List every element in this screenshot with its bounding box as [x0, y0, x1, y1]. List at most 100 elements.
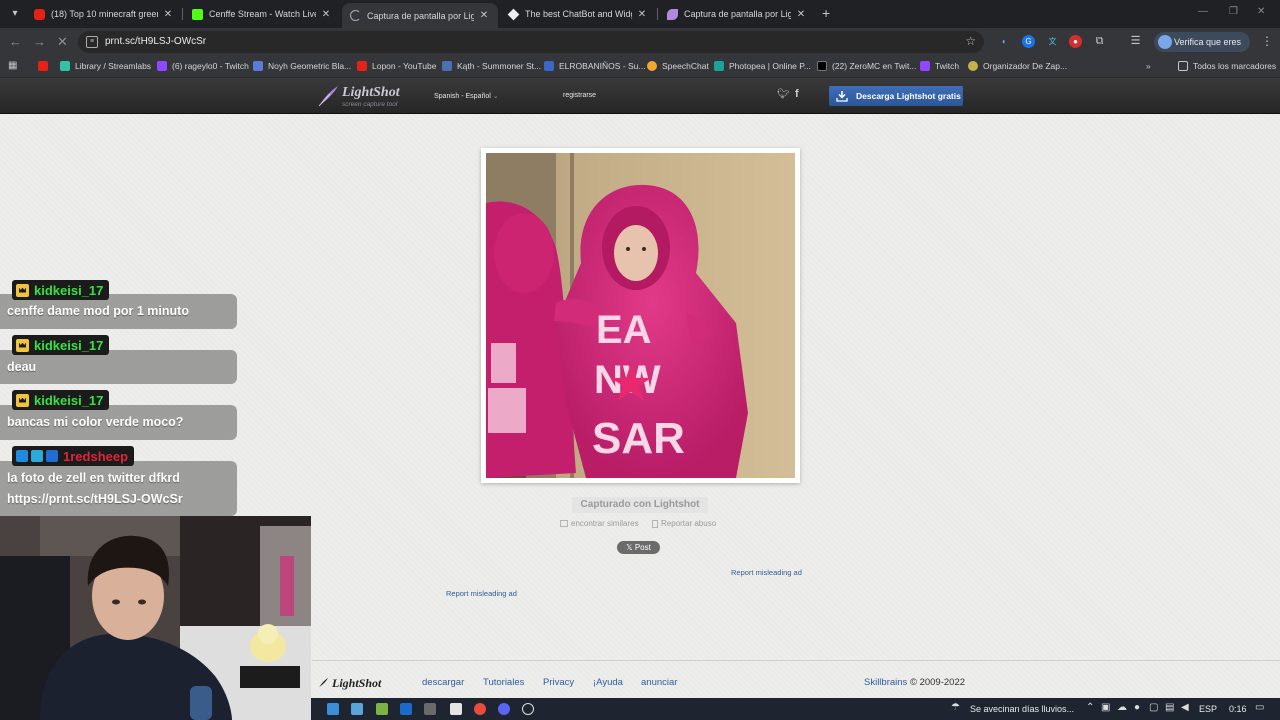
report-misleading-ad-link[interactable]: Report misleading ad: [731, 568, 802, 577]
input-language[interactable]: ESP: [1199, 704, 1217, 714]
forward-arrow-icon[interactable]: →: [33, 34, 46, 50]
close-tab-icon[interactable]: ✕: [478, 10, 490, 21]
volume-icon[interactable]: ◀: [1181, 702, 1189, 713]
bookmark-twitch[interactable]: Twitch: [920, 61, 959, 71]
extensions-puzzle-icon[interactable]: ⧉: [1093, 35, 1106, 48]
twitter-icon[interactable]: 🐦︎: [777, 89, 790, 100]
skillbrains-link[interactable]: Skillbrains: [864, 677, 907, 688]
stop-loading-icon[interactable]: ✕: [57, 34, 68, 50]
tab-title: Captura de pantalla por Lightsh: [367, 10, 474, 21]
tab-1[interactable]: (18) Top 10 minecraft green scr ✕: [26, 3, 182, 25]
bookmark-elrobaninos[interactable]: ELROBANIÑOS - Su...: [544, 61, 645, 71]
steam-icon[interactable]: [400, 703, 412, 715]
extension-record-icon[interactable]: ●: [1069, 35, 1082, 48]
footer-link-privacy[interactable]: Privacy: [543, 677, 574, 688]
footer-link-advertise[interactable]: anunciar: [641, 677, 677, 688]
facebook-icon[interactable]: f: [795, 88, 799, 100]
find-similar-label: encontrar similares: [571, 519, 639, 528]
address-url[interactable]: prnt.sc/tH9LSJ-OWcSr: [105, 36, 206, 47]
bookmark-noyh[interactable]: Noyh Geometric Bla...: [253, 61, 351, 71]
bookmark-kath[interactable]: Kąth - Summoner St...: [442, 61, 541, 71]
discord-icon[interactable]: [498, 703, 510, 715]
close-tab-icon[interactable]: ✕: [636, 9, 648, 20]
bookmark-youtube[interactable]: [38, 61, 53, 71]
lightshot-tagline: screen capture tool: [342, 101, 398, 108]
close-tab-icon[interactable]: ✕: [795, 9, 807, 20]
bookmark-streamlabs[interactable]: Library / Streamlabs: [60, 61, 151, 71]
bookmark-lopon[interactable]: Lopon - YouTube: [357, 61, 436, 71]
tab-4[interactable]: The best ChatBot and Widgets ✕: [500, 3, 656, 25]
bookmark-photopea[interactable]: Photopea | Online P...: [714, 61, 811, 71]
find-similar-link[interactable]: encontrar similares: [560, 519, 639, 528]
tab-5[interactable]: Captura de pantalla por Lightsh ✕: [659, 3, 815, 25]
network-icon[interactable]: ▤: [1165, 702, 1174, 713]
microphone-icon[interactable]: ●: [1134, 702, 1140, 713]
youtube-icon: [34, 8, 45, 20]
extension-g-icon[interactable]: G: [1022, 35, 1035, 48]
obs-studio-icon[interactable]: [522, 703, 534, 715]
extension-translate-icon[interactable]: 文: [1046, 35, 1059, 48]
chat-message-text: cenffe dame mod por 1 minuto: [7, 304, 189, 318]
tab-search-icon[interactable]: ▾: [6, 5, 24, 23]
onedrive-cloud-icon[interactable]: ☁: [1117, 702, 1127, 713]
tray-app-icon[interactable]: ▣: [1101, 702, 1110, 713]
tab-2[interactable]: Cenffe Stream - Watch Live on ✕: [184, 3, 340, 25]
profile-button[interactable]: Verifica que eres tú: [1154, 32, 1250, 67]
feather-logo-icon[interactable]: [316, 84, 340, 108]
reading-list-icon[interactable]: ☰: [1129, 35, 1142, 48]
bookmark-rageylo0[interactable]: (6) rageylo0 - Twitch: [157, 61, 249, 71]
bookmark-organizador[interactable]: Organizador De Zap...: [968, 61, 1067, 71]
minecraft-launcher-icon[interactable]: [376, 703, 388, 715]
chrome-icon[interactable]: [474, 703, 486, 715]
flag-icon: [652, 519, 658, 528]
new-tab-button[interactable]: +: [822, 5, 836, 23]
footer-logo-text: LightShot: [332, 676, 382, 690]
obs-icon[interactable]: [424, 703, 436, 715]
footer-lightshot-logo[interactable]: LightShot: [318, 676, 381, 691]
language-select[interactable]: Spanish - Español ⌄: [434, 92, 499, 100]
maximize-icon[interactable]: ❐: [1229, 6, 1238, 17]
chat-message-text: bancas mi color verde moco?: [7, 415, 184, 429]
bookmark-speechchat[interactable]: SpeechChat: [647, 61, 709, 71]
more-menu-icon[interactable]: ⋮: [1261, 34, 1273, 48]
show-hidden-icons-chevron-icon[interactable]: ⌃: [1086, 702, 1094, 713]
bookmark-zeromc[interactable]: (22) ZeroMC en Twit...: [817, 61, 916, 71]
footer-link-help[interactable]: ¡Ayuda: [593, 677, 623, 688]
extension-speech-icon[interactable]: ◖: [997, 35, 1010, 48]
copyright-text: © 2009-2022: [909, 677, 966, 688]
address-bar[interactable]: ≡ prnt.sc/tH9LSJ-OWcSr ☆: [78, 31, 984, 53]
lightshot-logo[interactable]: LightShot: [342, 85, 400, 101]
close-window-icon[interactable]: ✕: [1257, 6, 1265, 17]
close-tab-icon[interactable]: ✕: [162, 9, 174, 20]
apps-grid-icon[interactable]: ▦: [8, 60, 17, 71]
back-arrow-icon[interactable]: ←: [9, 34, 22, 50]
notifications-icon[interactable]: ▭: [1255, 702, 1264, 713]
close-tab-icon[interactable]: ✕: [320, 9, 332, 20]
streamlabs-icon: [60, 61, 70, 71]
file-explorer-icon[interactable]: [327, 703, 339, 715]
bookmark-star-icon[interactable]: ☆: [965, 34, 976, 48]
weather-text[interactable]: Se avecinan días lluvios...: [970, 704, 1074, 714]
chat-username: 1redsheep: [63, 448, 129, 464]
clock-time[interactable]: 0:16: [1229, 704, 1247, 714]
register-link[interactable]: registrarse: [563, 92, 596, 99]
download-lightshot-button[interactable]: Descarga Lightshot gratis: [829, 86, 963, 106]
site-info-icon[interactable]: ≡: [86, 36, 98, 48]
minimize-icon[interactable]: —: [1198, 6, 1208, 17]
lightshot-feather-icon: [667, 8, 678, 20]
report-abuse-link[interactable]: Reportar abuso: [652, 519, 716, 528]
chat-username-tag: kidkeisi_17: [12, 280, 110, 300]
screenshot-image[interactable]: EA NW SAR: [486, 153, 795, 478]
tab-separator: [182, 8, 183, 20]
epic-games-icon[interactable]: [450, 703, 462, 715]
youtube-icon: [38, 61, 48, 71]
tray-app-icon[interactable]: ▢: [1149, 702, 1158, 713]
more-bookmarks-chevron-icon[interactable]: »: [1146, 61, 1151, 71]
report-misleading-ad-link[interactable]: Report misleading ad: [446, 589, 517, 598]
footer-link-download[interactable]: descargar: [422, 677, 464, 688]
app-icon[interactable]: [351, 703, 363, 715]
footer-link-tutorials[interactable]: Tutoriales: [483, 677, 524, 688]
x-post-button[interactable]: 𝕏 Post: [617, 541, 660, 554]
tab-3-active[interactable]: Captura de pantalla por Lightsh ✕: [342, 3, 498, 28]
all-bookmarks-folder[interactable]: Todos los marcadores: [1178, 61, 1276, 71]
